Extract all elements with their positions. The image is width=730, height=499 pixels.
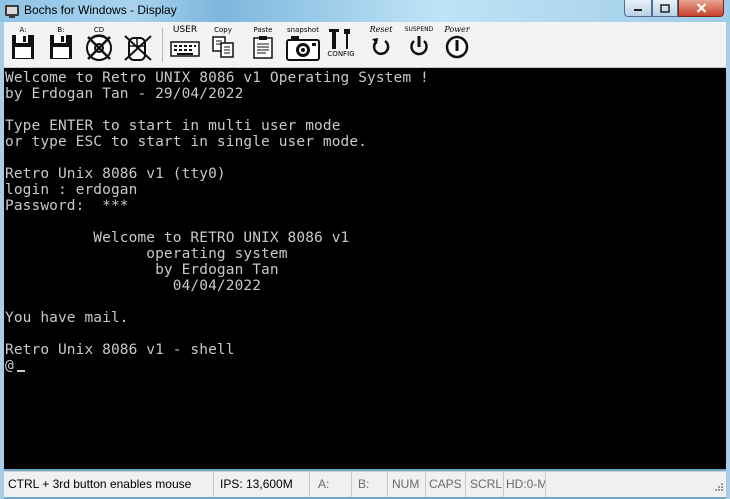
- reset-label: Reset: [369, 25, 393, 34]
- toolbar-separator: [162, 28, 163, 62]
- terminal-output: Welcome to Retro UNIX 8086 v1 Operating …: [5, 70, 429, 374]
- suspend-label: SUSPEND: [404, 26, 434, 33]
- power-icon: [445, 35, 469, 59]
- resize-grip-icon[interactable]: [712, 482, 724, 494]
- reset-icon: [372, 38, 390, 56]
- status-drive-a: A:: [310, 472, 352, 497]
- window-frame-right: [726, 22, 730, 499]
- copy-icon: [212, 36, 234, 58]
- camera-icon: [286, 36, 320, 61]
- paste-button[interactable]: Paste: [248, 26, 278, 64]
- terminal-text: Welcome to Retro UNIX 8086 v1 Operating …: [5, 70, 429, 374]
- floppy-a-label: A:: [19, 26, 27, 34]
- user-button[interactable]: USER: [168, 26, 202, 64]
- close-button[interactable]: [678, 0, 724, 17]
- status-hard-disk: HD:0-M: [504, 472, 546, 497]
- status-bar: CTRL + 3rd button enables mouse IPS: 13,…: [4, 471, 726, 497]
- minimize-icon: [634, 9, 642, 11]
- status-caps-lock: CAPS: [426, 472, 466, 497]
- close-icon: [696, 3, 706, 13]
- maximize-button[interactable]: [652, 0, 678, 17]
- mouse-button[interactable]: [122, 26, 154, 64]
- emulator-display[interactable]: Welcome to Retro UNIX 8086 v1 Operating …: [4, 68, 726, 469]
- copy-label: Copy: [214, 26, 232, 34]
- floppy-disk-icon: [50, 35, 72, 59]
- text-cursor: [16, 370, 25, 372]
- floppy-b-label: B:: [57, 26, 65, 34]
- power-label: Power: [444, 25, 470, 34]
- status-empty-panel: [546, 472, 710, 497]
- config-label: CONFIG: [327, 50, 355, 58]
- suspend-icon: [410, 36, 428, 56]
- status-ips: IPS: 13,600M: [214, 472, 310, 497]
- power-button[interactable]: Power: [440, 26, 474, 64]
- reset-button[interactable]: Reset: [364, 26, 398, 64]
- status-num-lock: NUM: [388, 472, 426, 497]
- minimize-button[interactable]: [624, 0, 652, 17]
- window-title: Bochs for Windows - Display: [24, 3, 177, 17]
- floppy-b-button[interactable]: B:: [48, 26, 74, 64]
- floppy-disk-icon: [12, 35, 34, 59]
- bochs-window: Bochs for Windows - Display A: B: CD USE…: [0, 0, 730, 499]
- status-drive-b: B:: [352, 472, 388, 497]
- floppy-a-button[interactable]: A:: [10, 26, 36, 64]
- snapshot-label: snapshot: [287, 26, 319, 34]
- status-scroll-lock: SCRL: [466, 472, 504, 497]
- paste-label: Paste: [253, 26, 273, 34]
- keyboard-icon: [170, 41, 200, 57]
- config-button[interactable]: CONFIG: [326, 26, 356, 64]
- snapshot-button[interactable]: snapshot: [284, 26, 322, 64]
- clipboard-paste-icon: [253, 36, 273, 59]
- copy-button[interactable]: Copy: [208, 26, 238, 64]
- maximize-icon: [660, 3, 670, 13]
- status-hint: CTRL + 3rd button enables mouse: [4, 472, 214, 497]
- cdrom-button[interactable]: CD: [84, 26, 114, 64]
- mouse-disabled-icon: [124, 35, 152, 61]
- user-label: USER: [172, 25, 198, 35]
- bochs-app-icon: [5, 5, 19, 18]
- cdrom-disabled-icon: [86, 34, 112, 61]
- toolbar: A: B: CD USER Copy Paste snapshot CONFIG…: [4, 22, 726, 68]
- cdrom-label: CD: [93, 26, 105, 34]
- title-bar[interactable]: Bochs for Windows - Display: [0, 0, 730, 22]
- suspend-button[interactable]: SUSPEND: [402, 26, 436, 64]
